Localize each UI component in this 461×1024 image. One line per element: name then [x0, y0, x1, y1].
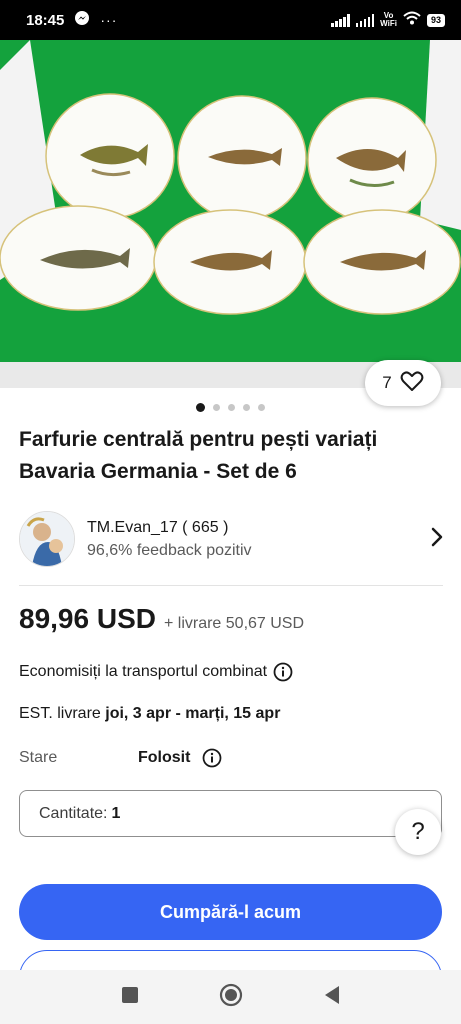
plate-top-left [45, 93, 175, 219]
signal-icon [331, 13, 350, 27]
carousel-dot[interactable] [243, 404, 250, 411]
seller-feedback: 96,6% feedback pozitiv [87, 541, 252, 559]
seller-name: TM.Evan_17 ( 665 ) [87, 518, 229, 536]
estimated-delivery: EST. livrare joi, 3 apr - marți, 15 apr [19, 705, 280, 723]
plate-top-center [177, 95, 307, 221]
price-row: 89,96 USD + livrare 50,67 USD [19, 603, 304, 635]
listing-title: Farfurie centrală pentru pești variați B… [19, 428, 378, 483]
quantity-select[interactable]: Cantitate: 1 [19, 790, 442, 837]
delivery-prefix: EST. livrare [19, 705, 106, 722]
status-bar: 18:45 ··· Vo WiFi 93 [0, 0, 461, 40]
info-icon[interactable] [202, 748, 222, 768]
carousel-indicator [0, 403, 461, 412]
vowifi-line2: WiFi [380, 19, 397, 28]
help-button[interactable]: ? [395, 809, 441, 855]
home-icon[interactable] [219, 983, 243, 1012]
product-photo[interactable] [0, 40, 461, 362]
chevron-right-icon[interactable] [430, 527, 444, 552]
plate-bottom-left [0, 205, 157, 311]
product-photo-illustration [0, 40, 461, 362]
plate-top-right [307, 97, 437, 223]
carousel-dot[interactable] [258, 404, 265, 411]
carousel-dot[interactable] [228, 404, 235, 411]
seller-card[interactable]: TM.Evan_17 ( 665 ) 96,6% feedback poziti… [19, 510, 444, 568]
plate-bottom-right [303, 209, 461, 315]
status-time: 18:45 [26, 11, 65, 29]
more-notifications-icon: ··· [100, 12, 118, 28]
condition-row: Stare Folosit [19, 748, 439, 768]
heart-icon [400, 370, 424, 397]
wifi-icon [403, 11, 421, 30]
carousel-dot[interactable] [196, 403, 205, 412]
quantity-label: Cantitate: [39, 804, 108, 822]
combined-shipping[interactable]: Economisiți la transportul combinat [19, 662, 293, 682]
back-icon[interactable] [323, 985, 341, 1010]
seller-avatar [19, 511, 75, 567]
quantity-value: 1 [111, 804, 121, 822]
watch-button[interactable]: 7 [365, 360, 441, 406]
price: 89,96 USD [19, 603, 156, 634]
signal-icon-2 [355, 13, 375, 27]
condition-value: Folosit [138, 749, 191, 766]
buy-now-button[interactable]: Cumpără-l acum [19, 884, 442, 940]
info-icon[interactable] [273, 662, 293, 682]
carousel-dot[interactable] [213, 404, 220, 411]
system-nav-bar [0, 970, 461, 1024]
messenger-icon [74, 10, 90, 31]
vowifi-indicator: Vo WiFi [380, 12, 397, 28]
battery-indicator: 93 [426, 13, 445, 27]
combined-shipping-label: Economisiți la transportul combinat [19, 663, 268, 680]
shipping-cost: + livrare 50,67 USD [163, 615, 305, 632]
plate-bottom-center [153, 209, 307, 315]
buy-now-label: Cumpără-l acum [159, 901, 302, 922]
condition-label: Stare [19, 749, 58, 766]
delivery-dates: joi, 3 apr - marți, 15 apr [105, 705, 281, 722]
recent-apps-icon[interactable] [121, 986, 139, 1009]
like-count: 7 [382, 373, 392, 392]
divider [19, 585, 443, 586]
help-label: ? [411, 818, 425, 845]
